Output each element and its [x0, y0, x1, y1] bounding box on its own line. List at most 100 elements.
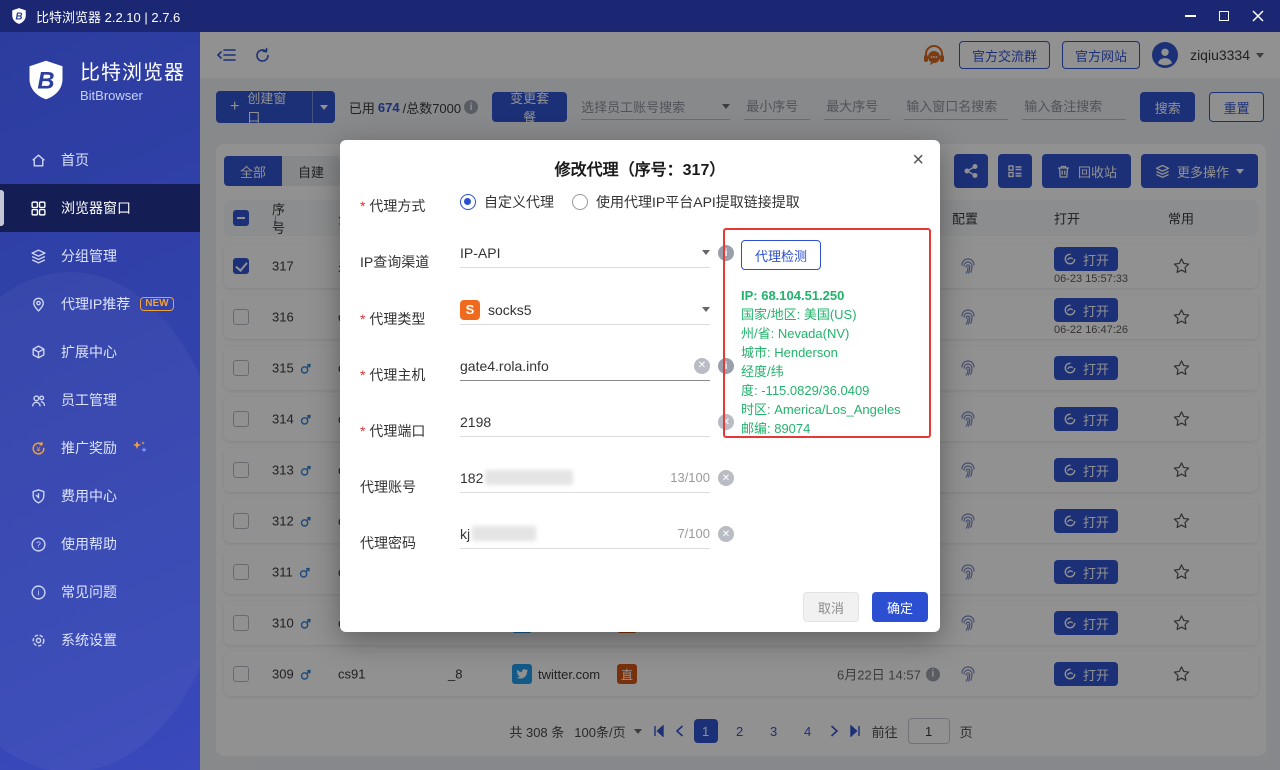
detect-lnglat-1: 经度/纬	[741, 362, 923, 381]
close-window-button[interactable]	[1244, 0, 1272, 32]
sidebar-item-label: 浏览器窗口	[61, 198, 131, 218]
proxy-type-label: 代理类型	[360, 309, 456, 329]
maximize-button[interactable]	[1210, 0, 1238, 32]
modal-title: 修改代理（序号：317）	[340, 156, 940, 180]
sidebar-item-help[interactable]: ? 使用帮助	[0, 520, 200, 568]
clear-icon[interactable]: ✕	[694, 358, 710, 374]
proxy-account-field[interactable]: 182 13/100	[460, 463, 710, 493]
window-title: 比特浏览器 2.2.10 | 2.7.6	[36, 7, 180, 26]
rewards-icon: ¥	[30, 440, 47, 457]
sidebar-item-label: 扩展中心	[61, 342, 117, 362]
radio-api-proxy-label: 使用代理IP平台API提取链接提取	[596, 192, 800, 212]
radio-custom-proxy-label: 自定义代理	[484, 192, 554, 212]
brand: 比特浏览器 BitBrowser	[24, 56, 185, 103]
sidebar-item-label: 常见问题	[61, 582, 117, 602]
edit-proxy-modal: 修改代理（序号：317） × 代理方式 自定义代理 使用代理IP平台API提取链…	[340, 140, 940, 632]
sidebar-item-billing-center[interactable]: 费用中心	[0, 472, 200, 520]
shield-icon	[30, 488, 47, 505]
sidebar-item-label: 使用帮助	[61, 534, 117, 554]
sidebar-item-label: 费用中心	[61, 486, 117, 506]
app-logo-icon	[10, 7, 28, 25]
detect-timezone: 时区: America/Los_Angeles	[741, 400, 923, 419]
proxy-type-value: socks5	[488, 302, 532, 318]
detection-result: IP: 68.104.51.250 国家/地区: 美国(US) 州/省: Nev…	[741, 286, 923, 438]
minimize-button[interactable]	[1176, 0, 1204, 32]
proxy-port-value: 2198	[460, 414, 491, 430]
sidebar-item-promotion-rewards[interactable]: ¥ 推广奖励	[0, 424, 200, 472]
brand-name-en: BitBrowser	[80, 88, 185, 103]
brand-name-cn: 比特浏览器	[80, 56, 185, 85]
detect-city: 城市: Henderson	[741, 343, 923, 362]
ip-channel-value: IP-API	[460, 245, 500, 261]
question-icon: ?	[30, 536, 47, 553]
brand-logo-icon	[24, 58, 68, 102]
redacted-text	[472, 526, 536, 541]
sidebar-item-faq[interactable]: i 常见问题	[0, 568, 200, 616]
detect-zip: 邮编: 89074	[741, 419, 923, 438]
grid-icon	[30, 200, 47, 217]
proxy-type-select[interactable]: S socks5	[460, 295, 710, 325]
proxy-port-field[interactable]: 2198	[460, 407, 710, 437]
proxy-password-label: 代理密码	[360, 533, 456, 553]
proxy-host-label: 代理主机	[360, 365, 456, 385]
radio-api-proxy[interactable]	[572, 194, 588, 210]
cancel-button[interactable]: 取消	[803, 592, 859, 622]
chevron-down-icon	[702, 250, 710, 255]
proxy-mode-label: 代理方式	[360, 196, 456, 216]
radio-custom-proxy[interactable]	[460, 194, 476, 210]
detect-lnglat-2: 度: -115.0829/36.0409	[741, 381, 923, 400]
sidebar: 比特浏览器 BitBrowser 首页 浏览器窗口 分组管理 代理IP推荐 NE…	[0, 32, 200, 770]
redacted-text	[485, 470, 573, 485]
ip-channel-label: IP查询渠道	[360, 252, 456, 272]
sidebar-item-label: 分组管理	[61, 246, 117, 266]
home-icon	[30, 152, 47, 169]
proxy-host-value: gate4.rola.info	[460, 358, 549, 374]
sidebar-item-extension-center[interactable]: 扩展中心	[0, 328, 200, 376]
detect-ip: IP: 68.104.51.250	[741, 286, 923, 305]
layers-icon	[30, 248, 47, 265]
sidebar-item-label: 推广奖励	[61, 438, 117, 458]
sidebar-item-label: 首页	[61, 150, 89, 170]
clear-icon[interactable]: ✕	[718, 470, 734, 486]
sidebar-item-label: 代理IP推荐	[61, 294, 130, 314]
location-pin-icon	[30, 296, 47, 313]
proxy-host-field[interactable]: gate4.rola.info ✕	[460, 351, 710, 381]
proxy-account-value: 182	[460, 470, 483, 486]
sidebar-item-system-settings[interactable]: 系统设置	[0, 616, 200, 664]
detect-state: 州/省: Nevada(NV)	[741, 324, 923, 343]
cube-icon	[30, 344, 47, 361]
socks5-icon: S	[460, 300, 480, 320]
proxy-account-label: 代理账号	[360, 477, 456, 497]
info-icon: i	[30, 584, 47, 601]
window-titlebar: 比特浏览器 2.2.10 | 2.7.6	[0, 0, 1280, 32]
sidebar-item-label: 员工管理	[61, 390, 117, 410]
proxy-port-label: 代理端口	[360, 421, 456, 441]
confirm-button[interactable]: 确定	[872, 592, 928, 622]
sidebar-item-label: 系统设置	[61, 630, 117, 650]
close-modal-icon[interactable]: ×	[912, 150, 924, 170]
proxy-password-value: kj	[460, 526, 470, 542]
detect-country: 国家/地区: 美国(US)	[741, 305, 923, 324]
svg-text:?: ?	[36, 539, 41, 549]
chevron-down-icon	[702, 307, 710, 312]
new-badge: NEW	[140, 297, 173, 311]
svg-text:i: i	[38, 587, 40, 597]
proxy-detect-button[interactable]: 代理检测	[741, 240, 821, 270]
svg-text:¥: ¥	[36, 444, 41, 453]
proxy-password-field[interactable]: kj 7/100	[460, 519, 710, 549]
users-icon	[30, 392, 47, 409]
sidebar-menu: 首页 浏览器窗口 分组管理 代理IP推荐 NEW 扩展中心 员工管理 ¥ 推广奖…	[0, 136, 200, 664]
proxy-detection-panel: 代理检测 IP: 68.104.51.250 国家/地区: 美国(US) 州/省…	[723, 228, 931, 438]
sidebar-item-employee-management[interactable]: 员工管理	[0, 376, 200, 424]
sparkles-icon	[129, 439, 151, 457]
sidebar-item-browser-windows[interactable]: 浏览器窗口	[0, 184, 200, 232]
ip-channel-select[interactable]: IP-API	[460, 238, 710, 268]
proxy-mode-radios: 自定义代理 使用代理IP平台API提取链接提取	[460, 192, 800, 212]
sidebar-item-proxy-ip[interactable]: 代理IP推荐 NEW	[0, 280, 200, 328]
account-char-counter: 13/100	[670, 470, 710, 485]
gear-icon	[30, 632, 47, 649]
sidebar-item-group-management[interactable]: 分组管理	[0, 232, 200, 280]
password-char-counter: 7/100	[677, 526, 710, 541]
clear-icon[interactable]: ✕	[718, 526, 734, 542]
sidebar-item-home[interactable]: 首页	[0, 136, 200, 184]
